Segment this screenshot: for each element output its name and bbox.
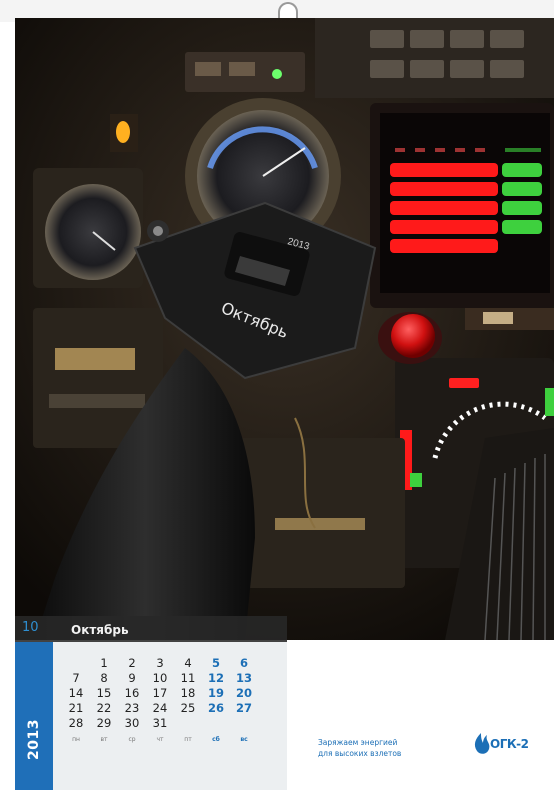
calendar-day: 2 — [128, 656, 136, 670]
calendar-day: 9 — [128, 671, 136, 685]
weekday-label: вс — [240, 736, 248, 743]
year-label: 2013 — [26, 719, 42, 760]
calendar-day: 20 — [235, 686, 252, 700]
calendar-day: 31 — [152, 716, 168, 730]
red-throttle-button — [391, 314, 435, 358]
weekday-label: пн — [72, 736, 80, 743]
calendar-day: 21 — [68, 701, 84, 715]
green-indicator-light — [272, 69, 282, 79]
calendar-day: 16 — [124, 686, 140, 700]
calendar-day: 27 — [235, 701, 252, 715]
amber-warning-light — [116, 121, 130, 143]
calendar-day: 10 — [152, 671, 168, 685]
calendar-day: 13 — [235, 671, 252, 685]
weekday-label: сб — [212, 736, 220, 743]
calendar-day: 28 — [68, 716, 84, 730]
calendar-day: 26 — [207, 701, 224, 715]
weekday-label: чт — [156, 736, 164, 743]
calendar-day — [174, 716, 202, 731]
calendar-day: 7 — [72, 671, 80, 685]
calendar-day: 6 — [239, 656, 248, 670]
calendar-day: 22 — [96, 701, 112, 715]
calendar-day: 11 — [180, 671, 196, 685]
calendar-day: 17 — [152, 686, 168, 700]
month-number: 10 — [22, 620, 39, 635]
weekday-label: вт — [100, 736, 108, 743]
calendar-day: 4 — [184, 656, 192, 670]
calendar-day: 15 — [96, 686, 112, 700]
calendar-day: 24 — [152, 701, 168, 715]
year-band — [15, 642, 53, 790]
tagline-line-2: для высоких взлетов — [318, 749, 402, 758]
calendar-day: 1 — [100, 656, 108, 670]
calendar-day: 25 — [180, 701, 196, 715]
calendar-day: 29 — [96, 716, 112, 730]
month-header-bar — [15, 616, 287, 642]
calendar-page: 2013 Октябрь 10 Октябрь 2013 1 2 3 4 5 6 7 8 9 10… — [0, 0, 554, 790]
month-name: Октябрь — [71, 623, 129, 637]
calendar-grid: 1 2 3 4 5 6 7 8 9 10 11 12 13 14 15 16 17 18 19 20 21 22 23 24 2… — [62, 656, 258, 746]
weekday-label: ср — [128, 736, 136, 743]
calendar-day: 5 — [211, 656, 220, 670]
hanger-hook — [278, 2, 298, 18]
calendar-day — [62, 656, 90, 671]
calendar-day: 30 — [124, 716, 140, 730]
calendar-day — [202, 716, 230, 731]
calendar-day: 12 — [207, 671, 224, 685]
tagline: Заряжаем энергией для высоких взлетов — [318, 737, 401, 759]
calendar-day: 3 — [156, 656, 164, 670]
cockpit-photo: 2013 Октябрь — [15, 18, 554, 640]
calendar-day: 18 — [180, 686, 196, 700]
tagline-line-1: Заряжаем энергией — [318, 738, 398, 747]
calendar-day: 14 — [68, 686, 84, 700]
calendar-day: 23 — [124, 701, 140, 715]
brand-logo-text: ОГК-2 — [490, 737, 529, 751]
calendar-day — [230, 716, 258, 731]
calendar-day: 8 — [100, 671, 108, 685]
calendar-day: 19 — [207, 686, 224, 700]
weekday-label: пт — [184, 736, 192, 743]
